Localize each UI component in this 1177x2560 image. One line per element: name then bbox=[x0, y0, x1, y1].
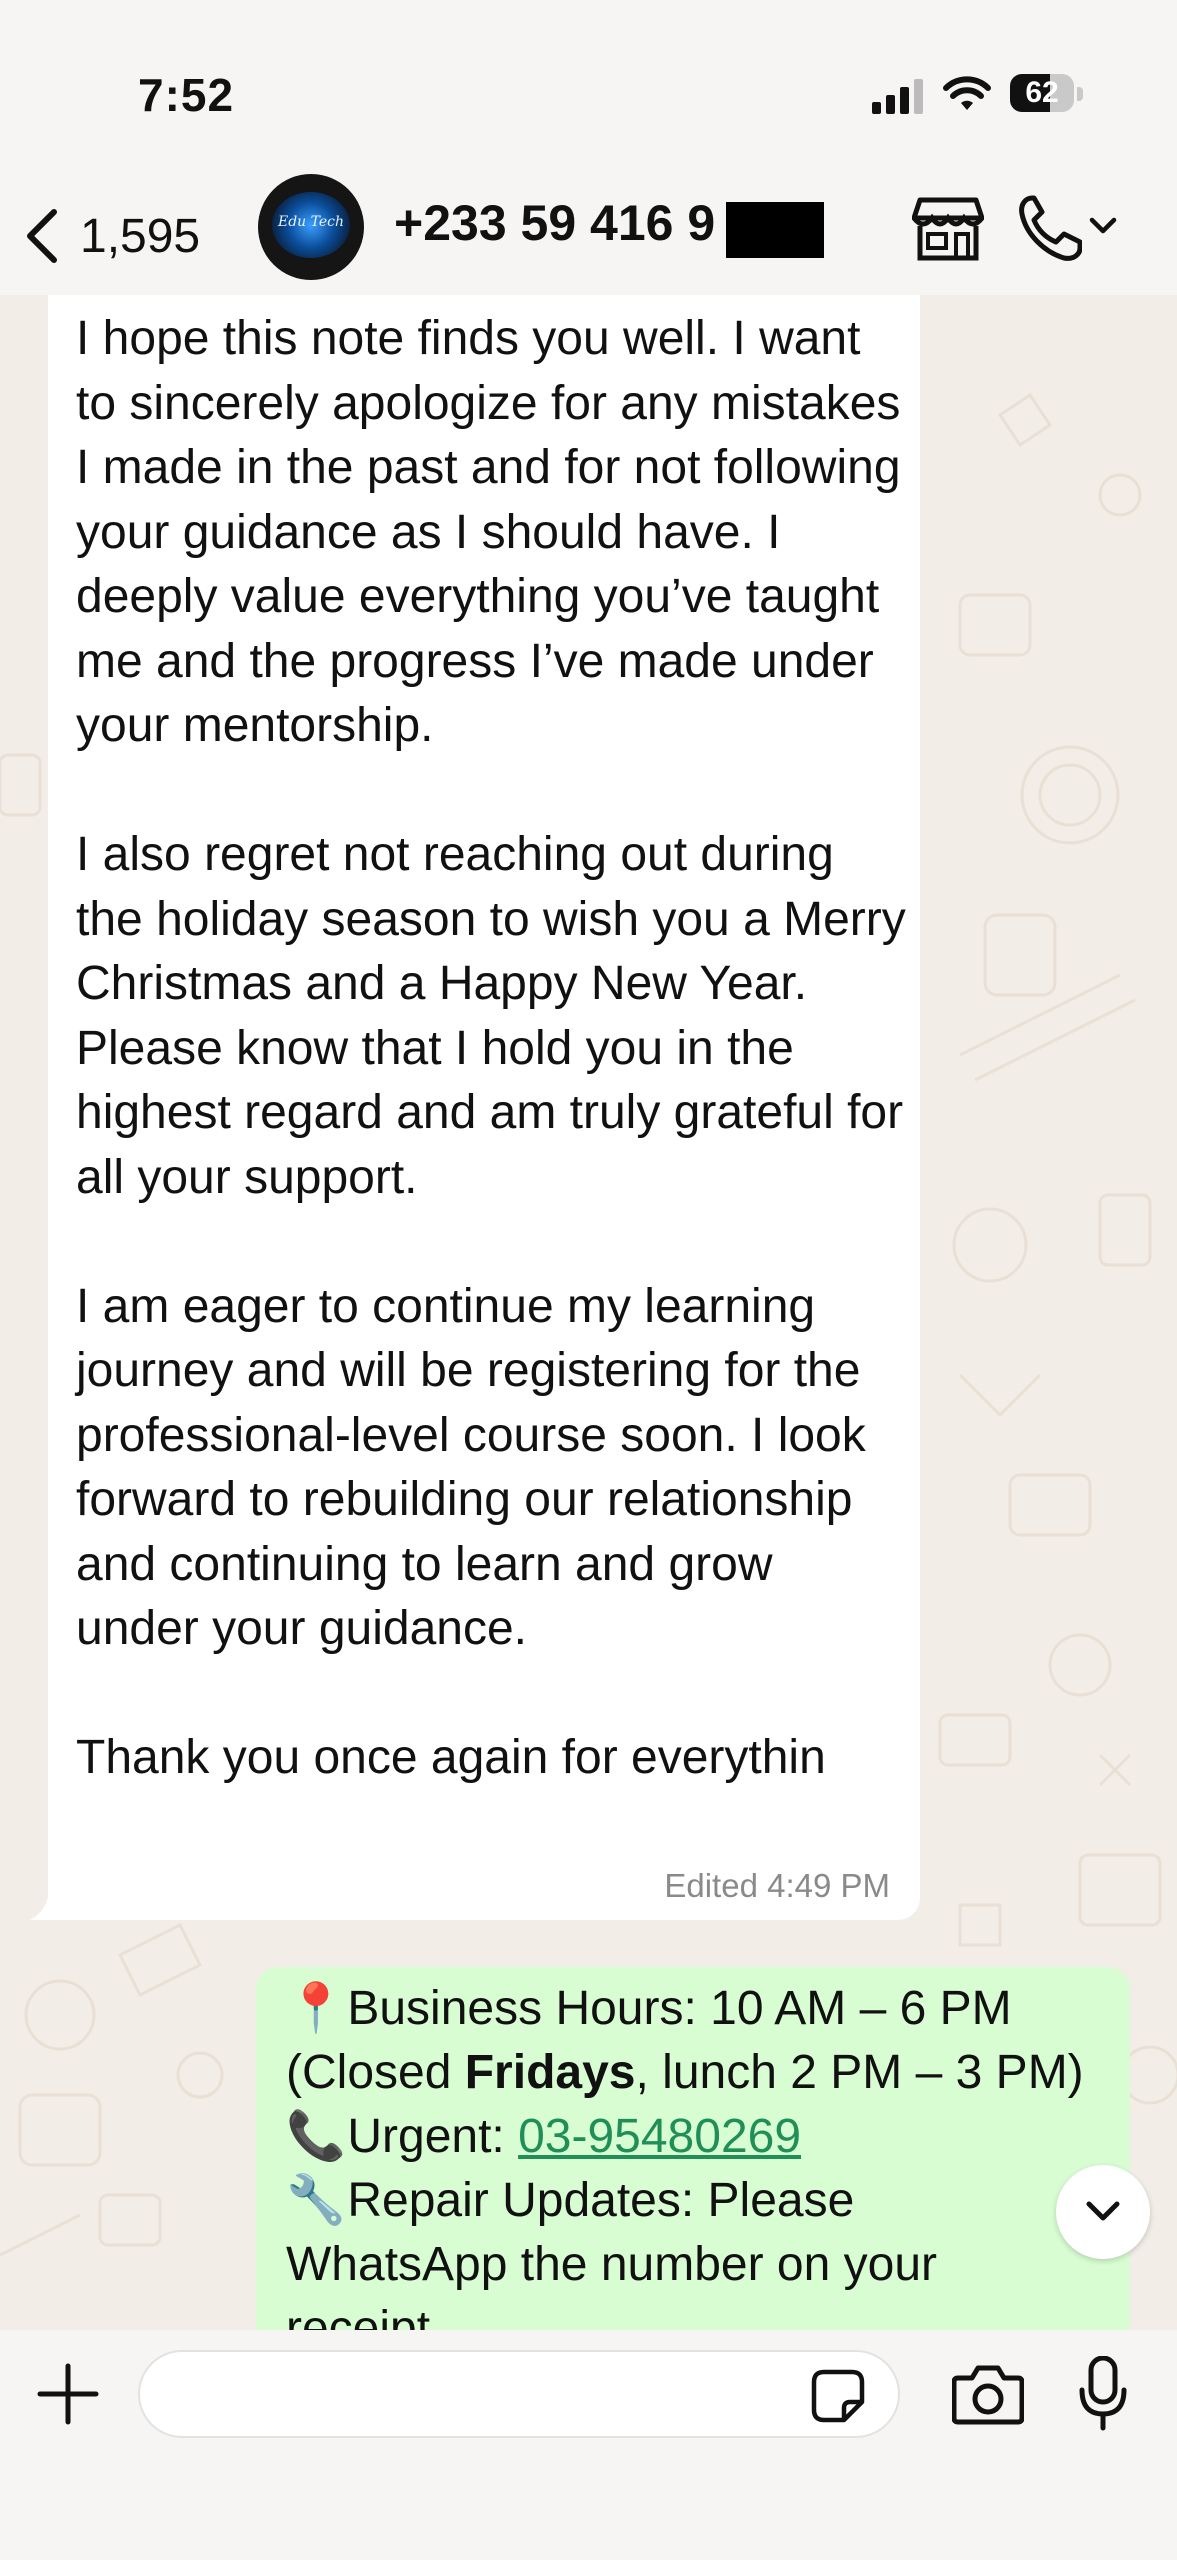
unread-count: 1,595 bbox=[80, 209, 201, 263]
phone-number-link[interactable]: 03-95480269 bbox=[518, 2110, 801, 2163]
message-line: 📍 Business Hours: 10 AM – 6 PM bbox=[286, 1977, 1116, 2041]
chat-area[interactable]: I hope this note finds you well. I want … bbox=[0, 295, 1177, 2330]
battery-icon: 62 bbox=[1010, 74, 1090, 116]
wifi-icon bbox=[943, 76, 991, 110]
redaction-box bbox=[726, 202, 824, 258]
contact-name[interactable]: +233 59 416 9 bbox=[394, 194, 715, 252]
store-icon[interactable] bbox=[912, 196, 984, 262]
message-line: WhatsApp the number on your bbox=[286, 2238, 938, 2291]
incoming-message-bubble[interactable]: I hope this note finds you well. I want … bbox=[48, 295, 920, 1920]
phone-icon[interactable] bbox=[1018, 194, 1082, 262]
closed-day: Fridays bbox=[464, 2046, 636, 2099]
status-time: 7:52 bbox=[138, 69, 235, 121]
chat-header: 1,595 Edu Tech +233 59 416 9 bbox=[0, 174, 1177, 295]
message-paragraph: I hope this note finds you well. I want … bbox=[76, 312, 901, 752]
message-paragraph: I also regret not reaching out during th… bbox=[76, 828, 906, 1204]
chevron-down-icon[interactable] bbox=[1088, 214, 1118, 238]
back-chevron-icon bbox=[27, 209, 57, 263]
message-line: 🔧 Repair Updates: Please bbox=[286, 2169, 1116, 2233]
message-input-container[interactable] bbox=[138, 2350, 900, 2438]
outgoing-message-text: 📍 Business Hours: 10 AM – 6 PM (Closed F… bbox=[286, 1977, 1116, 2330]
repair-updates-text: Repair Updates: Please bbox=[347, 2174, 855, 2227]
lunch-text: , lunch 2 PM – 3 PM) bbox=[635, 2046, 1084, 2099]
chevron-down-icon bbox=[1086, 2201, 1120, 2221]
pin-icon: 📍 bbox=[286, 1982, 346, 2035]
avatar[interactable]: Edu Tech bbox=[258, 174, 364, 280]
business-hours-text: Business Hours: 10 AM – 6 PM bbox=[347, 1982, 1012, 2035]
closed-prefix: (Closed bbox=[286, 2046, 465, 2099]
telephone-icon: 📞 bbox=[286, 2110, 346, 2163]
incoming-message-text: I hope this note finds you well. I want … bbox=[76, 307, 906, 1791]
battery-level: 62 bbox=[1025, 76, 1059, 109]
message-line: receipt bbox=[286, 2302, 431, 2330]
message-line: (Closed Fridays, lunch 2 PM – 3 PM) bbox=[286, 2041, 1116, 2105]
sticker-icon[interactable] bbox=[810, 2368, 866, 2424]
message-input[interactable] bbox=[170, 2352, 814, 2438]
cellular-signal-icon bbox=[872, 79, 923, 114]
wrench-icon: 🔧 bbox=[286, 2174, 346, 2227]
message-line: 📞 Urgent: 03-95480269 bbox=[286, 2105, 1116, 2169]
message-paragraph: Thank you once again for everythin bbox=[76, 1731, 826, 1784]
plus-icon[interactable] bbox=[36, 2362, 100, 2426]
message-paragraph: I am eager to continue my learning journ… bbox=[76, 1279, 866, 1656]
camera-icon[interactable] bbox=[952, 2362, 1024, 2426]
back-button[interactable]: 1,595 bbox=[22, 200, 200, 272]
composer-bar bbox=[0, 2330, 1177, 2560]
microphone-icon[interactable] bbox=[1078, 2356, 1128, 2432]
urgent-label: Urgent: bbox=[347, 2110, 519, 2163]
message-timestamp: Edited 4:49 PM bbox=[664, 1867, 890, 1904]
scroll-to-bottom-button[interactable] bbox=[1056, 2165, 1150, 2259]
status-bar: 7:52 62 bbox=[0, 0, 1177, 180]
outgoing-message-bubble[interactable]: 📍 Business Hours: 10 AM – 6 PM (Closed F… bbox=[256, 1967, 1130, 2330]
avatar-label: Edu Tech bbox=[277, 214, 345, 230]
